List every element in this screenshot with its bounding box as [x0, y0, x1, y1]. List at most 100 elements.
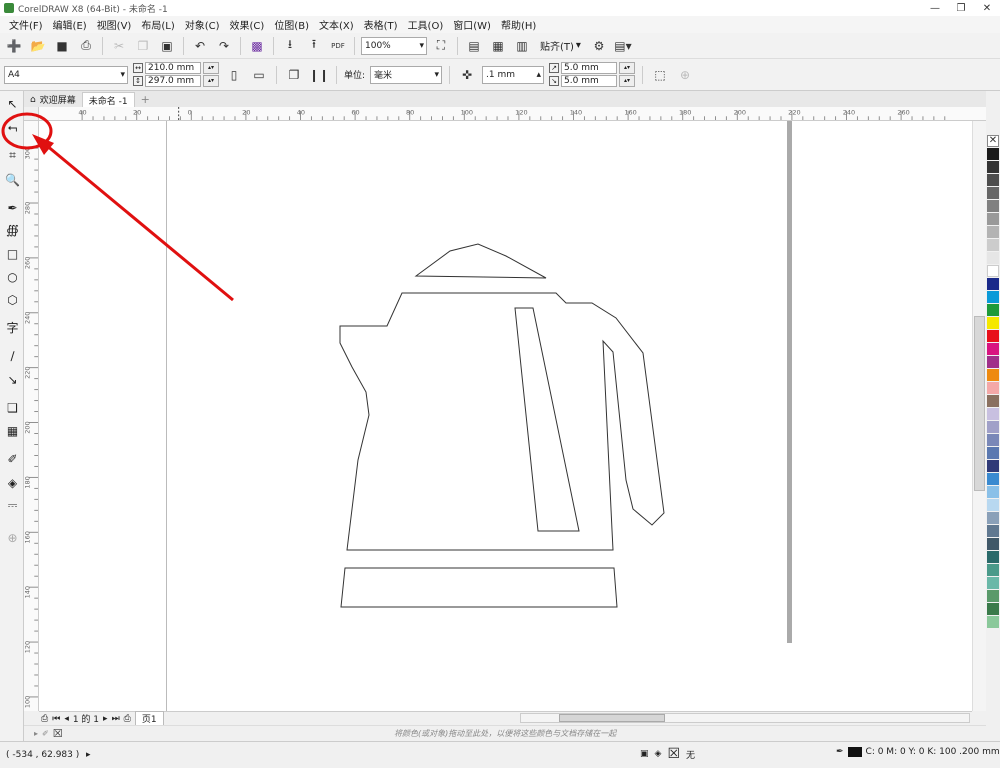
- duplicate-y-field[interactable]: 5.0 mm: [561, 75, 618, 87]
- page-options-icon[interactable]: ⎙: [41, 714, 48, 724]
- color-profile-icon[interactable]: ▣: [640, 749, 649, 759]
- vertical-ruler[interactable]: 30028026024022020018016014012010080: [24, 121, 39, 711]
- palette-color-swatch[interactable]: [987, 161, 999, 173]
- tab-untitled-document[interactable]: 未命名 -1: [81, 92, 135, 107]
- palette-color-swatch[interactable]: [987, 369, 999, 381]
- width-spinner[interactable]: ▴▾: [203, 62, 219, 74]
- all-pages-icon[interactable]: ❐: [284, 65, 304, 85]
- horizontal-scroll-thumb[interactable]: [559, 714, 665, 722]
- palette-color-swatch[interactable]: [987, 291, 999, 303]
- current-page-icon[interactable]: ❙❙: [309, 65, 329, 85]
- palette-color-swatch[interactable]: [987, 330, 999, 342]
- undo-icon[interactable]: ↶: [190, 36, 210, 56]
- palette-color-swatch[interactable]: [987, 486, 999, 498]
- paste-icon[interactable]: ▣: [157, 36, 177, 56]
- rectangle-tool-icon[interactable]: □: [4, 245, 21, 262]
- page-width-field[interactable]: 210.0 mm: [145, 62, 201, 74]
- show-grid-icon[interactable]: ▦: [488, 36, 508, 56]
- palette-color-swatch[interactable]: [987, 343, 999, 355]
- menu-bitmaps[interactable]: 位图(B): [269, 17, 314, 32]
- new-document-icon[interactable]: ➕: [4, 36, 24, 56]
- quick-customize-icon[interactable]: ⊕: [675, 65, 695, 85]
- menu-object[interactable]: 对象(C): [180, 17, 225, 32]
- palette-color-swatch[interactable]: [987, 395, 999, 407]
- freehand-tool-icon[interactable]: ✒: [4, 199, 21, 216]
- vertical-scroll-thumb[interactable]: [974, 316, 985, 491]
- palette-color-swatch[interactable]: [987, 239, 999, 251]
- palette-color-swatch[interactable]: [987, 447, 999, 459]
- menu-help[interactable]: 帮助(H): [496, 17, 541, 32]
- palette-color-swatch[interactable]: [987, 304, 999, 316]
- menu-view[interactable]: 视图(V): [92, 17, 137, 32]
- palette-color-swatch[interactable]: [987, 187, 999, 199]
- palette-color-swatch[interactable]: [987, 460, 999, 472]
- horizontal-scrollbar[interactable]: [520, 713, 970, 723]
- palette-color-swatch[interactable]: [987, 590, 999, 602]
- minimize-button[interactable]: —: [922, 0, 948, 16]
- connector-tool-icon[interactable]: ↘: [4, 371, 21, 388]
- nudge-distance-field[interactable]: .1 mm ▴: [482, 65, 545, 84]
- height-spinner[interactable]: ▴▾: [203, 75, 219, 87]
- last-page-icon[interactable]: ⏭: [112, 714, 120, 724]
- open-folder-icon[interactable]: 📂: [28, 36, 48, 56]
- show-rulers-icon[interactable]: ▤: [464, 36, 484, 56]
- smart-fill-icon[interactable]: ⎓: [4, 497, 21, 514]
- page-tab[interactable]: 页1: [134, 711, 164, 726]
- palette-color-swatch[interactable]: [987, 473, 999, 485]
- cut-icon[interactable]: ✂: [109, 36, 129, 56]
- palette-color-swatch[interactable]: [987, 174, 999, 186]
- text-tool-icon[interactable]: 字: [4, 319, 21, 336]
- full-screen-icon[interactable]: ⛶: [431, 36, 451, 56]
- restore-button[interactable]: ❐: [948, 0, 974, 16]
- page-size-select[interactable]: A4 ▾: [4, 65, 128, 84]
- duplicate-x-field[interactable]: 5.0 mm: [561, 62, 618, 74]
- outline-pen-icon[interactable]: ✒: [836, 747, 844, 757]
- horizontal-ruler[interactable]: 40 20 0 20 40 60 80 100 120 140 160 180 200 220 240 260: [39, 107, 986, 121]
- menu-file[interactable]: 文件(F): [4, 17, 48, 32]
- search-content-icon[interactable]: ▩: [247, 36, 267, 56]
- palette-color-swatch[interactable]: [987, 434, 999, 446]
- add-page-icon[interactable]: ⎙: [124, 714, 131, 724]
- previous-page-icon[interactable]: ◂: [64, 714, 69, 724]
- color-eyedropper-icon[interactable]: ✐: [4, 450, 21, 467]
- palette-color-swatch[interactable]: [987, 382, 999, 394]
- fill-bucket-icon[interactable]: ◈: [655, 749, 662, 759]
- redo-icon[interactable]: ↷: [214, 36, 234, 56]
- menu-table[interactable]: 表格(T): [359, 17, 403, 32]
- palette-color-swatch[interactable]: [987, 252, 999, 264]
- pick-tool-icon[interactable]: ↖: [4, 95, 21, 112]
- page-border-icon[interactable]: ⬚: [650, 65, 670, 85]
- portrait-icon[interactable]: ▯: [224, 65, 244, 85]
- first-page-icon[interactable]: ⏮: [52, 714, 60, 724]
- eyedropper-small-icon[interactable]: ✐: [42, 729, 49, 738]
- pdf-export-icon[interactable]: PDF: [328, 36, 348, 56]
- palette-color-swatch[interactable]: [987, 317, 999, 329]
- shape-tool-icon[interactable]: ⮢: [4, 119, 21, 136]
- palette-options-icon[interactable]: ▸: [34, 729, 38, 738]
- menu-layout[interactable]: 布局(L): [136, 17, 179, 32]
- next-page-icon[interactable]: ▸: [103, 714, 108, 724]
- palette-color-swatch[interactable]: [987, 278, 999, 290]
- options-gear-icon[interactable]: ⚙: [589, 36, 609, 56]
- transparency-tool-icon[interactable]: ▦: [4, 422, 21, 439]
- snap-to-dropdown[interactable]: 贴齐(T) ▾: [536, 38, 585, 53]
- palette-color-swatch[interactable]: [987, 408, 999, 420]
- save-icon[interactable]: ■: [52, 36, 72, 56]
- show-guidelines-icon[interactable]: ▥: [512, 36, 532, 56]
- no-color-swatch-icon[interactable]: ☒: [53, 727, 63, 740]
- zoom-tool-icon[interactable]: 🔍: [4, 171, 21, 188]
- crop-tool-icon[interactable]: ⌗: [4, 147, 21, 164]
- duplicate-x-spinner[interactable]: ▴▾: [619, 62, 636, 74]
- palette-color-swatch[interactable]: [987, 421, 999, 433]
- close-button[interactable]: ✕: [974, 0, 1000, 16]
- palette-color-swatch[interactable]: [987, 356, 999, 368]
- palette-color-swatch[interactable]: [987, 551, 999, 563]
- palette-color-swatch[interactable]: [987, 226, 999, 238]
- palette-color-swatch[interactable]: [987, 512, 999, 524]
- palette-color-swatch[interactable]: [987, 265, 999, 277]
- menu-edit[interactable]: 编辑(E): [48, 17, 92, 32]
- expand-arrow-icon[interactable]: ▸: [86, 750, 91, 760]
- palette-color-swatch[interactable]: [987, 603, 999, 615]
- application-launcher-icon[interactable]: ▤▾: [613, 36, 633, 56]
- menu-text[interactable]: 文本(X): [314, 17, 359, 32]
